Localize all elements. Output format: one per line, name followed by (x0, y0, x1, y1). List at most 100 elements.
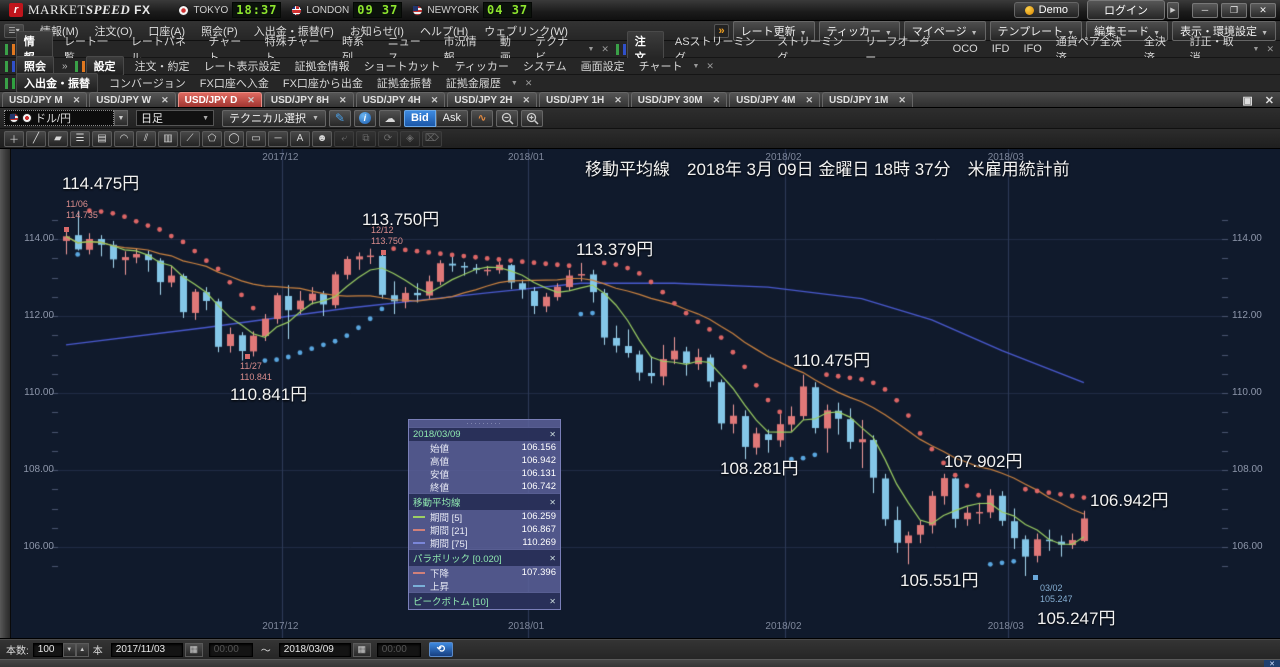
fib-timezone-tool[interactable]: ▥ (158, 131, 178, 147)
toolbar-item[interactable]: コンバージョン (102, 74, 193, 92)
tab-close-icon[interactable]: ✕ (898, 95, 906, 106)
status-close-icon[interactable]: ✕ (1264, 660, 1280, 667)
panel-section-close-icon[interactable]: ✕ (549, 498, 556, 507)
tab-usd-jpy-30m[interactable]: USD/JPY 30M✕ (631, 92, 727, 107)
crosshair-tool[interactable]: ＋ (4, 131, 24, 147)
toolbar-item[interactable]: レート表示設定 (197, 57, 288, 75)
tab-usd-jpy-1h[interactable]: USD/JPY 1H✕ (539, 92, 629, 107)
toolbar-expand-chevron[interactable]: » (58, 61, 72, 72)
tab-close-icon[interactable]: ✕ (713, 95, 721, 106)
calendar-from-icon[interactable]: ▦ (185, 643, 203, 657)
horizontal-line-tool[interactable]: ─ (268, 131, 288, 147)
toolbar-group-label[interactable]: 入出金・振替 (16, 73, 98, 93)
filled-lines-tool[interactable]: ▤ (92, 131, 112, 147)
tab-close-icon[interactable]: ✕ (523, 95, 531, 106)
toolbar-more-icon[interactable]: ▼ (508, 80, 521, 87)
weather-button[interactable]: ☁ (379, 110, 401, 127)
bar-count-input[interactable]: 100 (33, 643, 63, 657)
currency-pair-select[interactable]: ドル/円 (4, 110, 114, 126)
toolbar-item[interactable]: システム (516, 57, 574, 75)
reload-button[interactable]: ⟲ (429, 642, 453, 657)
tab-close-icon[interactable]: ✕ (431, 95, 439, 106)
minimize-button[interactable]: ─ (1192, 3, 1218, 18)
stamp-tool[interactable]: ☻ (312, 131, 332, 147)
info-button[interactable]: i (354, 110, 376, 127)
toolbar-item[interactable]: OCO (946, 42, 985, 56)
login-dropdown-arrow[interactable]: ▶ (1167, 2, 1179, 19)
tab-usd-jpy-m[interactable]: USD/JPY M✕ (2, 92, 87, 107)
tab-usd-jpy-d[interactable]: USD/JPY D✕ (178, 92, 262, 107)
panel-drag-handle[interactable]: ········· (409, 420, 560, 427)
pair-dropdown-button[interactable]: ▼ (114, 110, 128, 126)
tab-close-icon[interactable]: ✕ (805, 95, 813, 106)
price-chart-canvas[interactable] (0, 149, 1280, 639)
toolbar-item[interactable]: ティッカー (448, 57, 516, 75)
toolbar-item[interactable]: 注文・約定 (128, 57, 197, 75)
tab-usd-jpy-1m[interactable]: USD/JPY 1M ✕ (822, 92, 913, 107)
count-up-button[interactable]: ▲ (76, 643, 89, 657)
chart-restore-icon[interactable]: ▣ (1242, 94, 1252, 107)
marker-pen-tool[interactable]: ▰ (48, 131, 68, 147)
bid-toggle[interactable]: Bid (404, 110, 436, 127)
toolbar-close-icon[interactable]: ✕ (521, 78, 537, 89)
date-to-input[interactable]: 2018/03/09 (279, 643, 351, 657)
toolbar-item[interactable]: 証拠金履歴 (439, 74, 508, 92)
toolbar-item[interactable]: ショートカット (357, 57, 448, 75)
toolbar-more-icon[interactable]: ▼ (584, 46, 597, 53)
text-tool[interactable]: A (290, 131, 310, 147)
toolbar-item[interactable]: IFD (985, 42, 1017, 56)
tab-close-icon[interactable]: ✕ (161, 95, 169, 106)
tab-close-icon[interactable]: ✕ (614, 95, 622, 106)
login-button[interactable]: ログイン (1087, 0, 1165, 20)
wave-pattern-button[interactable]: ∿ (471, 110, 493, 127)
count-down-button[interactable]: ▼ (63, 643, 76, 657)
zoom-out-button[interactable] (496, 110, 518, 127)
tab-usd-jpy-w[interactable]: USD/JPY W✕ (89, 92, 175, 107)
calendar-to-icon[interactable]: ▦ (353, 643, 371, 657)
toolbar-item[interactable]: 証拠金情報 (288, 57, 357, 75)
panel-section-close-icon[interactable]: ✕ (549, 597, 556, 606)
tab-usd-jpy-4m[interactable]: USD/JPY 4M✕ (729, 92, 820, 107)
tab-usd-jpy-4h[interactable]: USD/JPY 4H✕ (356, 92, 446, 107)
ellipse-tool[interactable]: ◯ (224, 131, 244, 147)
draw-pencil-button[interactable]: ✎ (329, 110, 351, 127)
panel-section-close-icon[interactable]: ✕ (549, 430, 556, 439)
polygon-tool[interactable]: ⬠ (202, 131, 222, 147)
toolbar-more-icon[interactable]: ▼ (1250, 46, 1263, 53)
time-to-input[interactable]: 00:00 (377, 643, 421, 657)
toolbar-more-icon[interactable]: ▼ (689, 63, 702, 70)
parallel-lines-tool[interactable]: ☰ (70, 131, 90, 147)
gann-fan-tool[interactable]: ◠ (114, 131, 134, 147)
toolbar-item[interactable]: IFO (1016, 42, 1048, 56)
time-from-input[interactable]: 00:00 (209, 643, 253, 657)
tab-usd-jpy-2h[interactable]: USD/JPY 2H✕ (447, 92, 537, 107)
date-from-input[interactable]: 2017/11/03 (111, 643, 183, 657)
tab-label: USD/JPY 1M (829, 95, 888, 106)
trendline-tool[interactable]: ╱ (26, 131, 46, 147)
tab-usd-jpy-8h[interactable]: USD/JPY 8H✕ (264, 92, 354, 107)
technical-select-button[interactable]: テクニカル選択▼ (222, 110, 326, 127)
restore-button[interactable]: ❐ (1221, 3, 1247, 18)
toolbar-close-icon[interactable]: ✕ (1262, 44, 1278, 55)
toolbar-close-icon[interactable]: ✕ (702, 61, 718, 72)
fib-fan-tool[interactable]: ⫽ (136, 131, 156, 147)
panel-section-close-icon[interactable]: ✕ (549, 554, 556, 563)
ask-toggle[interactable]: Ask (436, 110, 468, 127)
toolbar-item[interactable]: チャート (632, 57, 690, 75)
toolbar-item[interactable]: 画面設定 (574, 57, 632, 75)
tab-close-icon[interactable]: ✕ (73, 95, 81, 106)
indicator-data-panel[interactable]: ········· 2018/03/09✕始値106.156高値106.942安… (408, 419, 561, 610)
period-select[interactable]: 日足▼ (136, 110, 214, 126)
toolbar-close-icon[interactable]: ✕ (597, 44, 613, 55)
tab-close-icon[interactable]: ✕ (339, 95, 347, 106)
tab-close-icon[interactable]: ✕ (247, 95, 255, 106)
zoom-in-button[interactable] (521, 110, 543, 127)
chart-close-icon[interactable]: ✕ (1265, 94, 1274, 107)
toolbar-item[interactable]: FX口座へ入金 (193, 74, 276, 92)
close-button[interactable]: ✕ (1250, 3, 1276, 18)
ray-tool[interactable]: ⟋ (180, 131, 200, 147)
rectangle-tool[interactable]: ▭ (246, 131, 266, 147)
toolbar-item[interactable]: 証拠金振替 (370, 74, 439, 92)
toolbar-item[interactable]: FX口座から出金 (276, 74, 370, 92)
left-collapse-handle[interactable] (0, 149, 11, 638)
